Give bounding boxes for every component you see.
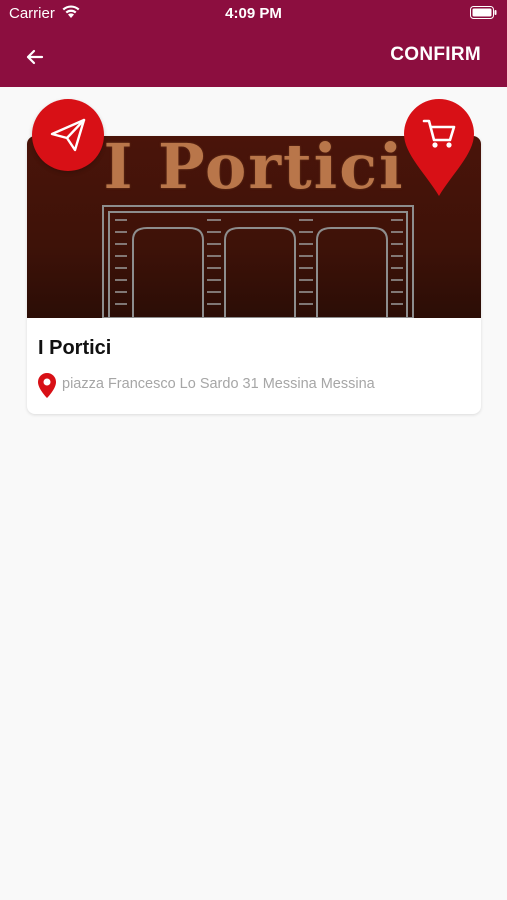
restaurant-address: piazza Francesco Lo Sardo 31 Messina Mes… — [62, 376, 375, 392]
confirm-button[interactable]: CONFIRM — [390, 44, 481, 66]
back-button[interactable] — [20, 42, 50, 72]
paper-plane-icon — [50, 118, 86, 152]
app-header: Carrier 4:09 PM CONFIRM — [0, 0, 507, 87]
nav-bar: CONFIRM — [0, 28, 507, 87]
cart-pin-marker — [404, 99, 474, 196]
status-bar: Carrier 4:09 PM — [0, 0, 507, 28]
restaurant-address-row: piazza Francesco Lo Sardo 31 Messina Mes… — [37, 373, 467, 398]
arrow-left-icon — [26, 49, 44, 65]
restaurant-name: I Portici — [38, 337, 112, 359]
add-to-cart-button[interactable] — [404, 99, 474, 197]
battery-icon — [470, 6, 497, 19]
send-button[interactable] — [32, 99, 104, 171]
location-pin-icon — [38, 373, 56, 398]
status-time: 4:09 PM — [225, 5, 282, 22]
